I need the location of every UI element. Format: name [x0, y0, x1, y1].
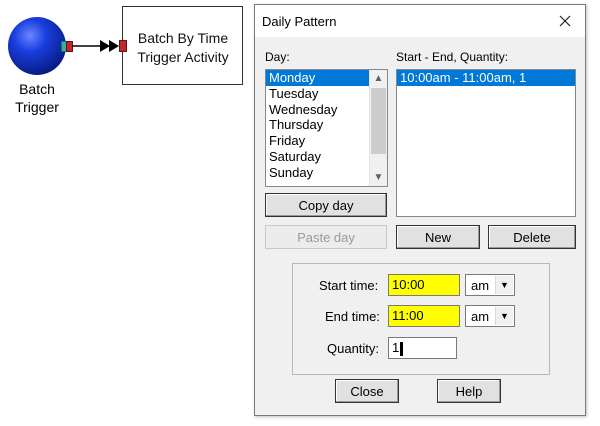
end-time-input[interactable]: 11:00	[388, 305, 460, 327]
quantity-input[interactable]: 1	[388, 337, 457, 359]
dialog-title: Daily Pattern	[262, 14, 337, 29]
text-cursor	[400, 341, 404, 356]
paste-day-button[interactable]: Paste day	[265, 225, 387, 249]
schedule-label: Start - End, Quantity:	[396, 50, 509, 64]
close-button[interactable]: Close	[335, 379, 399, 403]
copy-day-button[interactable]: Copy day	[265, 193, 387, 217]
start-ampm-value: am	[471, 278, 490, 293]
delete-button[interactable]: Delete	[488, 225, 576, 249]
start-ampm-select[interactable]: am ▼	[465, 274, 515, 296]
end-ampm-value: am	[471, 309, 490, 324]
chevron-down-icon[interactable]: ▼	[495, 276, 513, 294]
daily-pattern-dialog: Daily Pattern Day: Start - End, Quantity…	[254, 4, 586, 416]
close-icon[interactable]	[555, 11, 575, 31]
dialog-titlebar[interactable]: Daily Pattern	[255, 5, 585, 37]
scroll-down-icon[interactable]: ▼	[370, 169, 387, 186]
quantity-label: Quantity:	[327, 341, 380, 356]
start-time-label: Start time:	[319, 278, 379, 293]
batch-trigger-node[interactable]	[8, 17, 66, 75]
connector-arrow[interactable]	[72, 37, 122, 55]
batch-trigger-label: Batch Trigger	[15, 81, 59, 115]
end-time-label: End time:	[325, 309, 380, 324]
chevron-down-icon[interactable]: ▼	[495, 307, 513, 325]
scroll-up-icon[interactable]: ▲	[370, 70, 387, 87]
help-button[interactable]: Help	[437, 379, 501, 403]
start-time-input[interactable]: 10:00	[388, 274, 460, 296]
day-list-scrollbar[interactable]: ▲ ▼	[369, 70, 387, 186]
quantity-value: 1	[392, 340, 400, 355]
activity-label: Batch By Time Trigger Activity	[137, 30, 229, 65]
scroll-thumb[interactable]	[371, 88, 386, 154]
input-port-red[interactable]	[119, 40, 127, 52]
schedule-list-item[interactable]: 10:00am - 11:00am, 1	[397, 70, 575, 86]
new-button[interactable]: New	[396, 225, 480, 249]
schedule-listbox[interactable]: 10:00am - 11:00am, 1	[396, 69, 576, 217]
day-listbox[interactable]: Monday Tuesday Wednesday Thursday Friday Satu…	[265, 69, 388, 187]
end-ampm-select[interactable]: am ▼	[465, 305, 515, 327]
day-label: Day:	[265, 50, 290, 64]
